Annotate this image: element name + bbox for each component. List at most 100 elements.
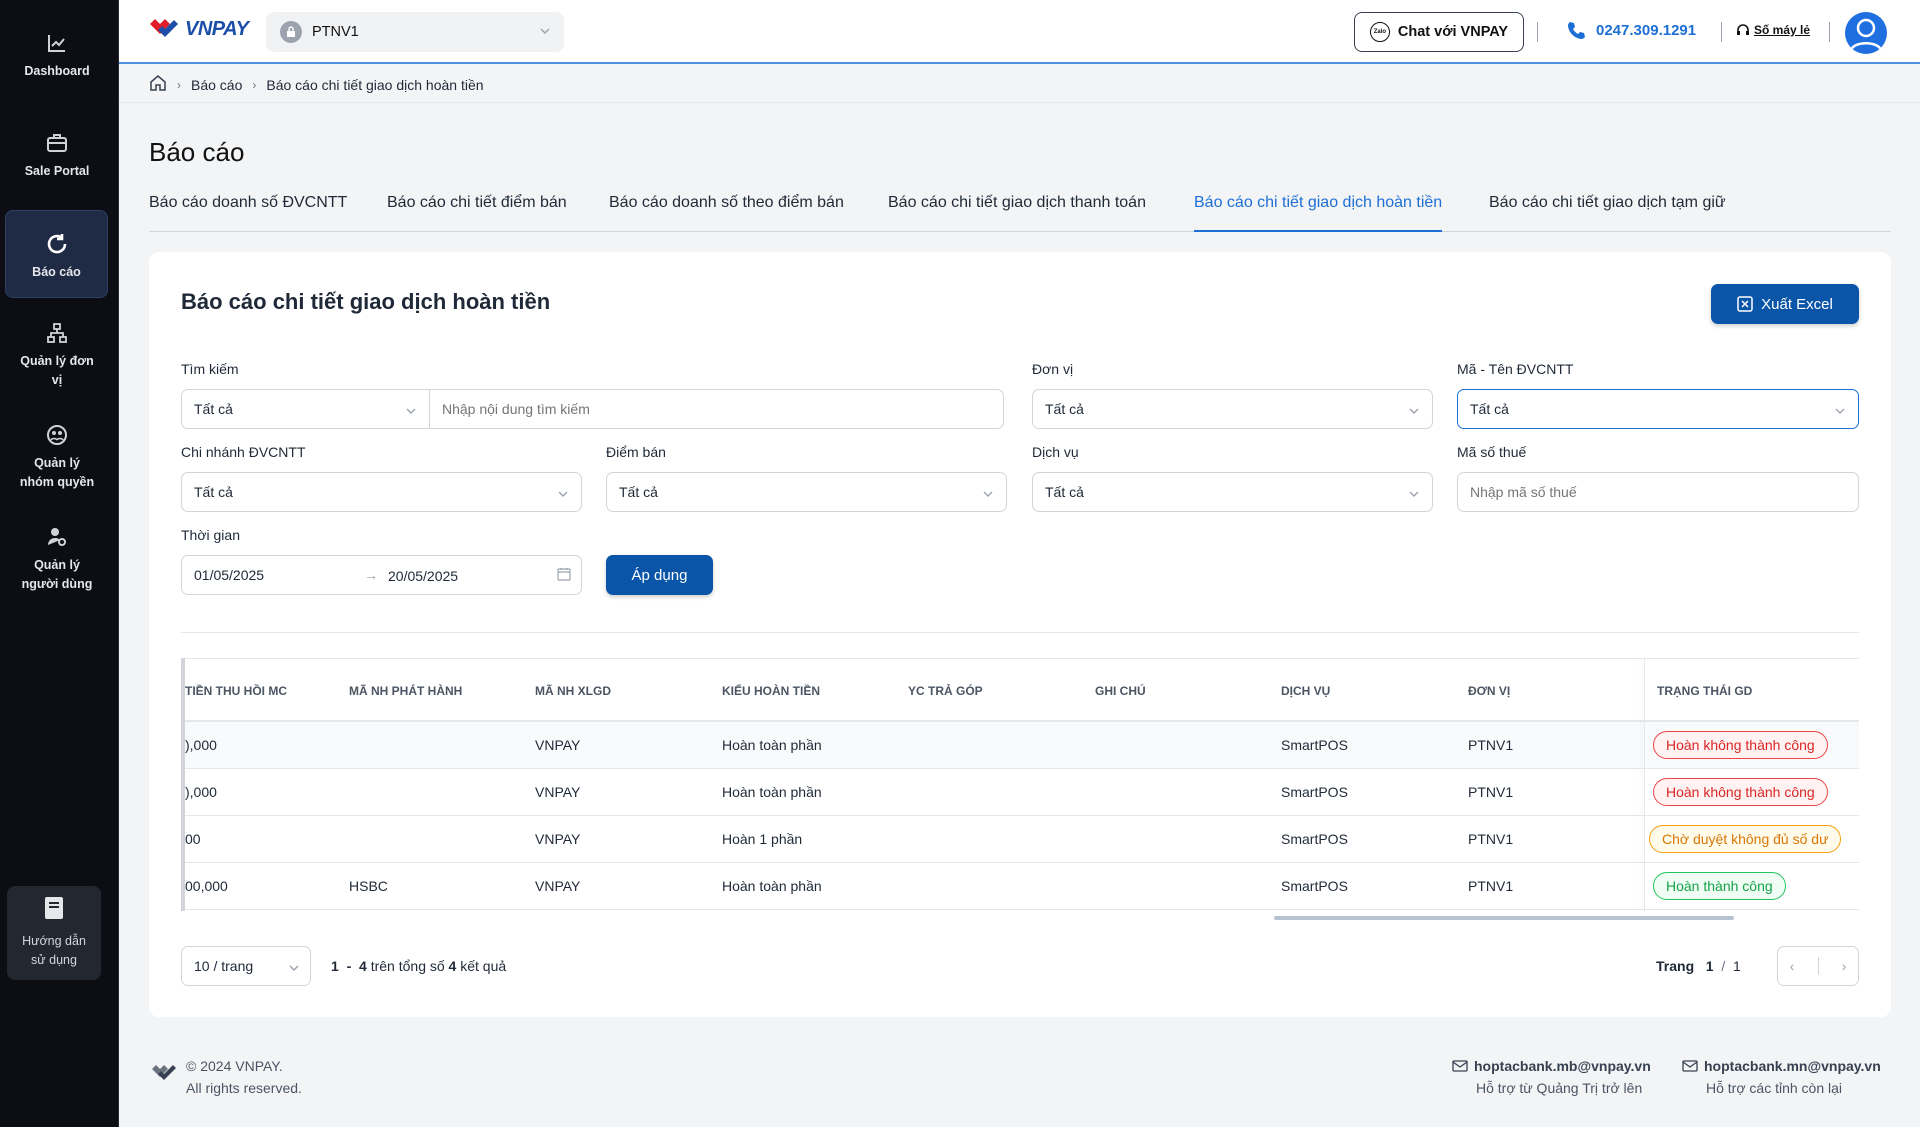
sidebar-item-label: Sale Portal	[24, 164, 90, 178]
table-row[interactable]: 00 VNPAY Hoàn 1 phần SmartPOS PTNV1 Chờ …	[185, 816, 1859, 863]
date-from[interactable]: 01/05/2025	[194, 567, 264, 583]
chevron-down-icon	[1408, 487, 1420, 503]
phone-number: 0247.309.1291	[1596, 21, 1697, 39]
rights-text: All rights reserved.	[186, 1080, 302, 1096]
result-text: kết quả	[460, 958, 507, 974]
page-size-select[interactable]: 10 / trang	[181, 946, 311, 986]
tab-refund-detail[interactable]: Báo cáo chi tiết giao dịch hoàn tiền	[1194, 194, 1443, 232]
sidebar-item-unit-management[interactable]: Quản lý đơn vị	[0, 320, 114, 390]
date-to[interactable]: 20/05/2025	[388, 568, 458, 584]
column-header: DỊCH VỤ	[1281, 684, 1331, 698]
user-icon	[1849, 18, 1883, 51]
excel-icon	[1737, 296, 1753, 312]
chevron-right-icon: ›	[252, 77, 257, 92]
pager: ‹ ›	[1777, 946, 1859, 986]
cell-recovered: 00,000	[185, 878, 228, 894]
date-range-picker[interactable]: 01/05/2025 → 20/05/2025	[181, 555, 582, 595]
tab-merchant-revenue[interactable]: Báo cáo doanh số ĐVCNTT	[149, 194, 347, 232]
apply-button[interactable]: Áp dụng	[606, 555, 713, 595]
unit-selector-value: PTNV1	[312, 24, 359, 40]
column-header: MÃ NH XLGD	[535, 684, 611, 698]
cell-service: SmartPOS	[1281, 831, 1348, 847]
chevron-down-icon	[288, 961, 300, 977]
column-header: GHI CHÚ	[1095, 684, 1146, 698]
unit-icon	[280, 21, 302, 43]
sidebar-item-dashboard[interactable]: Dashboard	[0, 30, 114, 81]
branch-select[interactable]: Tất cả	[181, 472, 582, 512]
chat-with-vnpay-button[interactable]: Zalo Chat với VNPAY	[1354, 12, 1524, 52]
search-type-select[interactable]: Tất cả	[181, 389, 430, 429]
tax-code-input[interactable]	[1457, 472, 1859, 512]
footer-logo-icon	[150, 1061, 180, 1090]
cell-service: SmartPOS	[1281, 737, 1348, 753]
breadcrumb-divider	[119, 102, 1920, 103]
cell-processor: VNPAY	[535, 831, 581, 847]
current-page: 1	[1705, 958, 1714, 974]
sidebar-item-reports[interactable]: Báo cáo	[5, 210, 108, 298]
pos-label: Điểm bán	[606, 444, 666, 460]
chevron-down-icon	[405, 404, 417, 420]
breadcrumb-item-reports[interactable]: Báo cáo	[191, 77, 242, 93]
chart-line-icon	[44, 30, 70, 56]
column-header: TRẠNG THÁI GD	[1657, 684, 1753, 698]
home-icon[interactable]	[149, 74, 167, 95]
unit-select[interactable]: Tất cả	[1032, 389, 1433, 429]
search-input[interactable]	[429, 389, 1004, 429]
tab-pos-revenue[interactable]: Báo cáo doanh số theo điểm bán	[609, 194, 844, 232]
search-type-value: Tất cả	[194, 401, 233, 417]
user-guide-button[interactable]: Hướng dẫn sử dụng	[7, 886, 101, 980]
service-select[interactable]: Tất cả	[1032, 472, 1433, 512]
table-row[interactable]: ),000 VNPAY Hoàn toàn phần SmartPOS PTNV…	[185, 769, 1859, 816]
chat-label: Chat với VNPAY	[1397, 24, 1509, 40]
sidebar: Dashboard Sale Portal Báo cáo Quản lý đơ…	[0, 0, 119, 1127]
table-row[interactable]: ),000 VNPAY Hoàn toàn phần SmartPOS PTNV…	[185, 722, 1859, 769]
copyright-text: © 2024 VNPAY.	[186, 1058, 283, 1074]
sidebar-item-label: Quản lý đơn vị	[20, 354, 94, 387]
status-badge: Hoàn thành công	[1653, 872, 1786, 900]
total-count: 4	[448, 958, 457, 974]
pos-select[interactable]: Tất cả	[606, 472, 1007, 512]
hotline-phone[interactable]: 0247.309.1291	[1566, 20, 1696, 40]
export-excel-button[interactable]: Xuất Excel	[1711, 284, 1859, 324]
pos-value: Tất cả	[619, 484, 658, 500]
tab-payment-detail[interactable]: Báo cáo chi tiết giao dịch thanh toán	[888, 194, 1146, 232]
chevron-right-icon: ›	[177, 77, 181, 92]
breadcrumb-item-current: Báo cáo chi tiết giao dịch hoàn tiền	[266, 76, 484, 93]
previous-page-icon[interactable]: ‹	[1790, 958, 1795, 974]
user-avatar[interactable]	[1845, 12, 1887, 54]
tab-pos-detail[interactable]: Báo cáo chi tiết điểm bán	[387, 194, 567, 232]
top-header: VNPAY PTNV1 Zalo Chat với VNPAY 0247.309…	[119, 0, 1920, 64]
sidebar-item-user-management[interactable]: Quản lý người dùng	[0, 524, 114, 594]
arrow-right-icon: →	[364, 567, 378, 583]
vnpay-logo[interactable]: VNPAY	[148, 16, 249, 42]
chevron-down-icon	[557, 487, 569, 503]
cell-refund-type: Hoàn toàn phần	[722, 878, 822, 894]
chevron-down-icon	[1408, 404, 1420, 420]
report-tabs: Báo cáo doanh số ĐVCNTT Báo cáo chi tiết…	[149, 194, 1891, 232]
sticky-column-divider	[1644, 658, 1645, 911]
column-header: YC TRẢ GÓP	[908, 684, 983, 698]
extension-link[interactable]: Số máy lẻ	[1736, 23, 1810, 37]
export-excel-label: Xuất Excel	[1761, 295, 1833, 313]
branch-value: Tất cả	[194, 484, 233, 500]
cell-recovered: ),000	[185, 784, 217, 800]
pager-divider	[1817, 957, 1819, 975]
page-size-value: 10 / trang	[194, 958, 254, 974]
table-row[interactable]: 00,000 HSBC VNPAY Hoàn toàn phần SmartPO…	[185, 863, 1859, 910]
contact-email[interactable]: hoptacbank.mb@vnpay.vn	[1474, 1055, 1651, 1077]
unit-selector[interactable]: PTNV1	[266, 12, 564, 52]
table-horizontal-scrollbar[interactable]	[1274, 916, 1734, 920]
mail-icon	[1452, 1060, 1468, 1072]
calendar-icon	[557, 567, 571, 584]
sidebar-item-sale-portal[interactable]: Sale Portal	[0, 130, 114, 181]
user-guide-label: Hướng dẫn sử dụng	[22, 934, 86, 967]
next-page-icon[interactable]: ›	[1842, 958, 1847, 974]
tab-hold-detail[interactable]: Báo cáo chi tiết giao dịch tạm giữ	[1489, 194, 1726, 232]
copyright: © 2024 VNPAY. All rights reserved.	[186, 1055, 302, 1099]
contact-email[interactable]: hoptacbank.mn@vnpay.vn	[1704, 1055, 1881, 1077]
breadcrumb: › Báo cáo › Báo cáo chi tiết giao dịch h…	[149, 74, 484, 95]
contact-desc: Hỗ trợ từ Quảng Trị trở lên	[1476, 1080, 1643, 1096]
merchant-select[interactable]: Tất cả	[1457, 389, 1859, 429]
mail-icon	[1682, 1060, 1698, 1072]
sidebar-item-role-management[interactable]: Quản lý nhóm quyền	[0, 422, 114, 492]
